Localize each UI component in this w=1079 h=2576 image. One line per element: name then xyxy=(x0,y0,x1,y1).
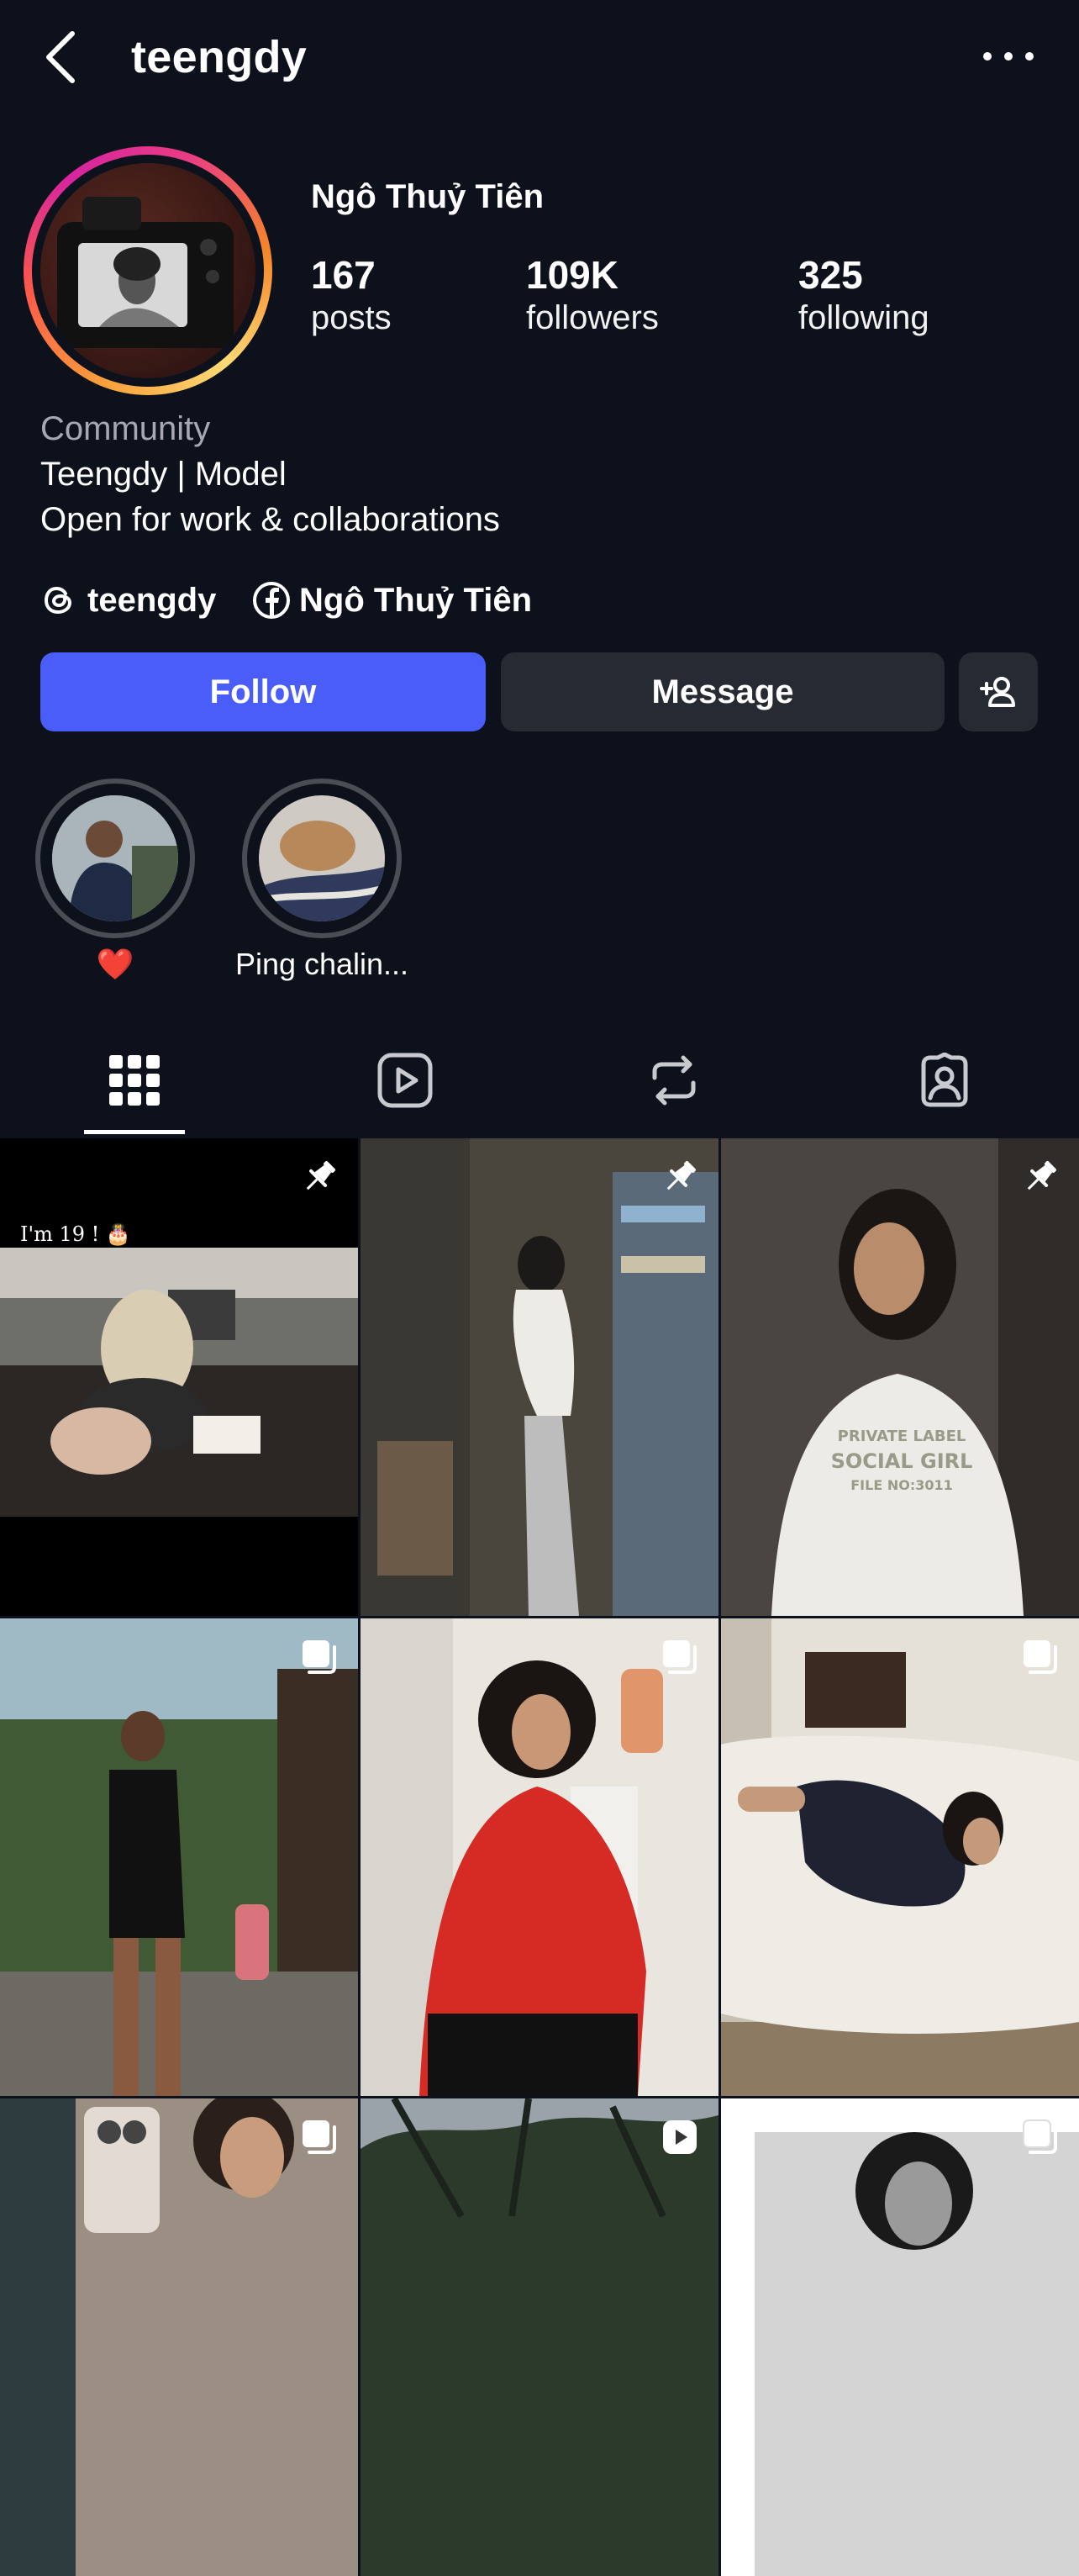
post-thumbnail: PRIVATE LABEL SOCIAL GIRL FILE NO:3011 xyxy=(721,1138,1079,1616)
pin-icon xyxy=(1027,1161,1056,1190)
facebook-name: Ngô Thuỷ Tiên xyxy=(299,581,533,619)
post-thumbnail xyxy=(361,1618,718,2096)
grid-post[interactable]: PRIVATE LABEL SOCIAL GIRL FILE NO:3011 xyxy=(721,1138,1079,1616)
post-thumbnail xyxy=(361,2098,718,2576)
carousel-badge xyxy=(1018,1635,1062,1679)
reel-badge xyxy=(658,2115,702,2159)
post-thumbnail xyxy=(0,1248,358,1517)
post-thumbnail xyxy=(0,2098,358,2576)
highlight-item[interactable]: ❤️ xyxy=(35,779,195,981)
post-thumbnail xyxy=(721,2098,1079,2576)
grid-post[interactable] xyxy=(0,2098,358,2576)
highlight-ring xyxy=(35,779,195,938)
highlight-item[interactable]: Ping chalin... xyxy=(235,779,408,981)
following-count-value: 325 xyxy=(798,253,863,297)
tagged-icon xyxy=(921,1053,968,1107)
following-count-label: following xyxy=(798,299,929,336)
more-dot xyxy=(1004,52,1013,61)
tab-selected-indicator xyxy=(84,1130,185,1134)
tab-posts[interactable] xyxy=(92,1043,176,1118)
add-person-icon xyxy=(980,677,1015,707)
more-options-button[interactable] xyxy=(983,44,1034,69)
pinned-badge xyxy=(658,1155,702,1199)
tab-reels[interactable] xyxy=(363,1043,447,1118)
carousel-badge xyxy=(297,2115,341,2159)
pinned-badge xyxy=(1018,1155,1062,1199)
threads-link[interactable]: teengdy xyxy=(40,575,216,626)
grid-post[interactable] xyxy=(721,1618,1079,2096)
avatar-story-ring[interactable] xyxy=(24,146,272,395)
pin-icon xyxy=(666,1161,696,1190)
grid-post[interactable] xyxy=(721,2098,1079,2576)
profile-username: teengdy xyxy=(131,32,308,82)
carousel-badge xyxy=(658,1635,702,1679)
message-button[interactable]: Message xyxy=(501,652,945,731)
threads-icon xyxy=(44,586,72,615)
posts-count[interactable]: 167 posts xyxy=(311,252,392,338)
svg-text:PRIVATE LABEL: PRIVATE LABEL xyxy=(838,1428,966,1445)
highlight-label: Ping chalin... xyxy=(234,947,409,981)
reel-icon xyxy=(663,2120,697,2154)
pinned-badge xyxy=(297,1155,341,1199)
camera-photo-illustration xyxy=(57,197,234,348)
grid-post[interactable] xyxy=(361,1618,718,2096)
bio-line: Teengdy | Model xyxy=(40,456,287,493)
carousel-icon xyxy=(663,1640,697,1674)
carousel-icon xyxy=(1024,1640,1057,1674)
back-button[interactable] xyxy=(44,25,94,89)
svg-text:SOCIAL GIRL: SOCIAL GIRL xyxy=(831,1449,973,1473)
followers-count[interactable]: 109K followers xyxy=(526,252,659,338)
svg-text:FILE NO:3011: FILE NO:3011 xyxy=(850,1477,953,1493)
carousel-badge xyxy=(1018,2115,1062,2159)
followers-count-label: followers xyxy=(526,299,659,336)
post-thumbnail xyxy=(0,1618,358,2096)
bio-line: Open for work & collaborations xyxy=(40,501,500,538)
chevron-left-icon xyxy=(46,31,75,83)
tab-tagged[interactable] xyxy=(903,1043,987,1118)
tab-reposts[interactable] xyxy=(632,1043,716,1118)
highlight-cover xyxy=(259,795,385,921)
grid-post[interactable] xyxy=(361,1138,718,1616)
grid-post[interactable] xyxy=(361,2098,718,2576)
grid-post[interactable] xyxy=(0,1618,358,2096)
suggested-accounts-button[interactable] xyxy=(959,652,1038,731)
post-caption-overlay: I'm 19 ! 🎂 xyxy=(20,1222,131,1246)
carousel-badge xyxy=(297,1635,341,1679)
carousel-icon xyxy=(1023,2119,1057,2154)
avatar xyxy=(40,163,255,378)
carousel-icon xyxy=(303,2120,336,2154)
post-thumbnail xyxy=(721,1618,1079,2096)
facebook-link[interactable]: Ngô Thuỷ Tiên xyxy=(252,575,532,626)
highlight-label: ❤️ xyxy=(96,947,134,981)
follow-button[interactable]: Follow xyxy=(40,652,486,731)
profile-category: Community xyxy=(40,410,211,447)
grid-post[interactable]: I'm 19 ! 🎂 xyxy=(0,1138,358,1616)
grid-icon xyxy=(109,1055,160,1106)
display-name: Ngô Thuỷ Tiên xyxy=(311,178,545,215)
more-dot xyxy=(1025,52,1034,61)
more-dot xyxy=(983,52,992,61)
avatar-frame xyxy=(32,155,264,387)
posts-count-label: posts xyxy=(311,299,392,336)
highlight-ring xyxy=(242,779,402,938)
repost-icon xyxy=(652,1055,696,1106)
posts-count-value: 167 xyxy=(311,253,376,297)
following-count[interactable]: 325 following xyxy=(798,252,929,338)
posts-grid: I'm 19 ! 🎂 PRIVATE LABEL SOCIAL GIRL FIL… xyxy=(0,1138,1079,2576)
followers-count-value: 109K xyxy=(526,253,618,297)
pin-icon xyxy=(306,1161,335,1190)
highlight-cover xyxy=(52,795,178,921)
carousel-icon xyxy=(303,1640,336,1674)
post-thumbnail xyxy=(361,1138,718,1616)
reels-icon xyxy=(377,1053,433,1108)
facebook-icon xyxy=(253,582,290,619)
threads-handle: teengdy xyxy=(87,581,217,619)
